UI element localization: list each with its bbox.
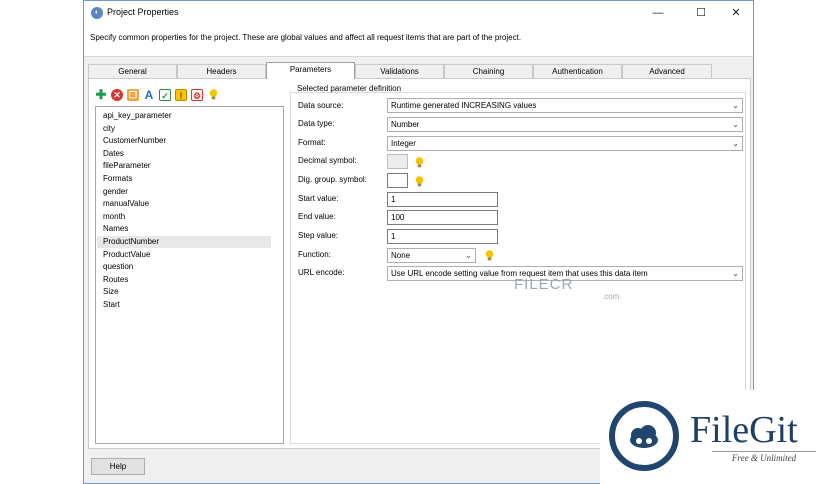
- title-bar: ◐ Project Properties — ☐ ✕: [84, 1, 753, 25]
- copy-icon[interactable]: ❐: [127, 89, 139, 101]
- list-item[interactable]: CustomerNumber: [97, 135, 271, 147]
- bulb-icon[interactable]: [415, 157, 424, 168]
- start-value-input[interactable]: 1: [387, 192, 498, 207]
- check-icon[interactable]: ✓: [159, 89, 171, 101]
- list-item[interactable]: fileParameter: [97, 160, 271, 172]
- chevron-down-icon: ⌄: [732, 101, 739, 110]
- bulb-icon[interactable]: [415, 176, 424, 187]
- settings-icon[interactable]: ⚙: [191, 89, 203, 101]
- list-item[interactable]: ProductValue: [97, 249, 271, 261]
- description-text: Specify common properties for the projec…: [90, 33, 522, 42]
- url-encode-label: URL encode:: [298, 268, 345, 277]
- tab-validations[interactable]: Validations: [355, 64, 444, 78]
- data-type-label: Data type:: [298, 119, 335, 128]
- tab-advanced[interactable]: Advanced: [622, 64, 712, 78]
- dig-group-symbol-label: Dig. group. symbol:: [298, 175, 367, 184]
- dig-group-symbol-field[interactable]: [387, 173, 408, 188]
- list-item[interactable]: city: [97, 123, 271, 135]
- function-select[interactable]: None ⌄: [387, 248, 476, 263]
- tab-bar: General Headers Parameters Validations C…: [88, 62, 720, 79]
- tab-headers[interactable]: Headers: [177, 64, 266, 78]
- list-item[interactable]: manualValue: [97, 198, 271, 210]
- step-value-label: Step value:: [298, 231, 339, 240]
- chevron-down-icon: ⌄: [465, 251, 472, 260]
- warning-icon[interactable]: !: [175, 89, 187, 101]
- chevron-down-icon: ⌄: [732, 120, 739, 129]
- format-label: Format:: [298, 138, 326, 147]
- data-source-value: Runtime generated INCREASING values: [391, 101, 537, 110]
- minimize-icon[interactable]: —: [639, 1, 677, 25]
- window-title: Project Properties: [107, 7, 179, 17]
- list-item[interactable]: Routes: [97, 274, 271, 286]
- section-title: Selected parameter definition: [297, 84, 402, 93]
- function-value: None: [391, 251, 411, 260]
- list-item[interactable]: month: [97, 211, 271, 223]
- decimal-symbol-field[interactable]: [387, 154, 408, 169]
- tab-authentication[interactable]: Authentication: [533, 64, 622, 78]
- rename-icon[interactable]: A: [143, 89, 155, 101]
- list-item-selected[interactable]: ProductNumber: [97, 236, 271, 248]
- list-item[interactable]: api_key_parameter: [97, 110, 271, 122]
- filecr-watermark-domain: .com: [602, 292, 620, 301]
- list-item[interactable]: Dates: [97, 148, 271, 160]
- chevron-down-icon: ⌄: [732, 269, 739, 278]
- list-item[interactable]: gender: [97, 186, 271, 198]
- filegit-wordmark: FileGit: [690, 409, 798, 451]
- maximize-icon[interactable]: ☐: [682, 1, 720, 25]
- bulb-icon[interactable]: [485, 250, 494, 261]
- tab-chaining[interactable]: Chaining: [444, 64, 533, 78]
- list-item[interactable]: Size: [97, 286, 271, 298]
- function-label: Function:: [298, 250, 331, 259]
- list-item[interactable]: Formats: [97, 173, 271, 185]
- step-value-input[interactable]: 1: [387, 229, 498, 244]
- close-icon[interactable]: ✕: [717, 1, 755, 25]
- data-type-select[interactable]: Number ⌄: [387, 117, 743, 132]
- data-type-value: Number: [391, 120, 420, 129]
- bulb-icon[interactable]: [209, 89, 218, 100]
- help-button[interactable]: Help: [91, 458, 145, 475]
- end-value-input[interactable]: 100: [387, 210, 498, 225]
- filecr-watermark: FILECR: [514, 276, 574, 293]
- format-value: Integer: [391, 139, 416, 148]
- decimal-symbol-label: Decimal symbol:: [298, 156, 357, 165]
- tab-parameters[interactable]: Parameters: [266, 62, 355, 79]
- chevron-down-icon: ⌄: [732, 139, 739, 148]
- data-source-label: Data source:: [298, 101, 344, 110]
- list-item[interactable]: Names: [97, 223, 271, 235]
- list-item[interactable]: question: [97, 261, 271, 273]
- format-select[interactable]: Integer ⌄: [387, 136, 743, 151]
- data-source-select[interactable]: Runtime generated INCREASING values ⌄: [387, 98, 743, 113]
- parameter-list[interactable]: api_key_parameter city CustomerNumber Da…: [95, 106, 284, 444]
- add-icon[interactable]: ✚: [95, 88, 107, 101]
- end-value-label: End value:: [298, 212, 336, 221]
- app-icon: ◐: [91, 7, 103, 19]
- list-item[interactable]: Start: [97, 299, 271, 311]
- start-value-label: Start value:: [298, 194, 339, 203]
- description-area: Specify common properties for the projec…: [84, 25, 753, 57]
- delete-icon[interactable]: ✕: [111, 89, 123, 101]
- filegit-tagline: Free & Unlimited: [712, 451, 816, 463]
- filegit-logo-icon: [609, 401, 679, 471]
- tab-general[interactable]: General: [88, 64, 177, 78]
